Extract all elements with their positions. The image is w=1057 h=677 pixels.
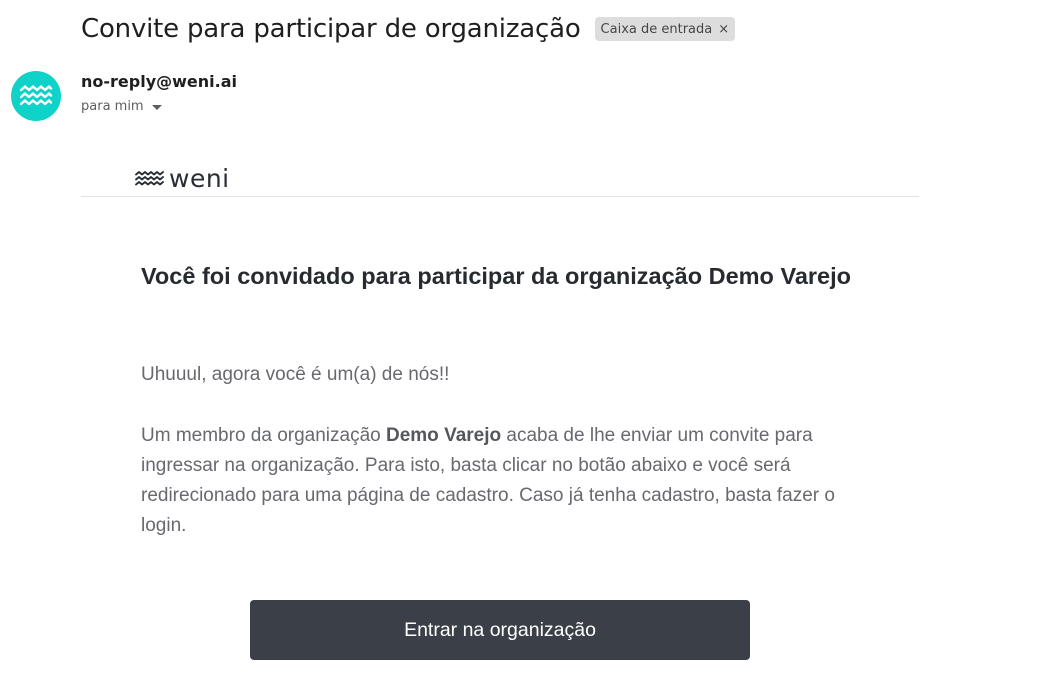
inbox-label-chip[interactable]: Caixa de entrada ×	[594, 17, 736, 41]
weni-logo-icon	[19, 85, 53, 106]
sender-avatar[interactable]	[11, 71, 61, 121]
brand-wordmark: weni	[169, 164, 230, 193]
recipient-text: para mim	[81, 99, 144, 114]
email-subject: Convite para participar de organização	[81, 14, 581, 44]
join-organization-button[interactable]: Entrar na organização	[250, 600, 750, 660]
organization-name: Demo Varejo	[386, 425, 502, 446]
invitation-headline: Você foi convidado para participar da or…	[141, 263, 851, 289]
recipient-details-toggle[interactable]: para mim	[81, 99, 162, 114]
weni-wave-icon	[135, 170, 164, 185]
header-divider	[81, 196, 919, 197]
sender-email[interactable]: no-reply@weni.ai	[81, 72, 237, 91]
chevron-down-icon[interactable]	[151, 105, 162, 110]
remove-label-icon[interactable]: ×	[718, 22, 729, 37]
label-chip-text: Caixa de entrada	[600, 21, 713, 37]
brand-logo: weni	[135, 166, 230, 191]
email-header: Convite para participar de organização C…	[81, 10, 736, 48]
body-prefix: Um membro da organização	[141, 425, 386, 446]
invitation-body: Um membro da organização Demo Varejo aca…	[141, 421, 869, 541]
greeting-text: Uhuuul, agora você é um(a) de nós!!	[141, 364, 450, 385]
